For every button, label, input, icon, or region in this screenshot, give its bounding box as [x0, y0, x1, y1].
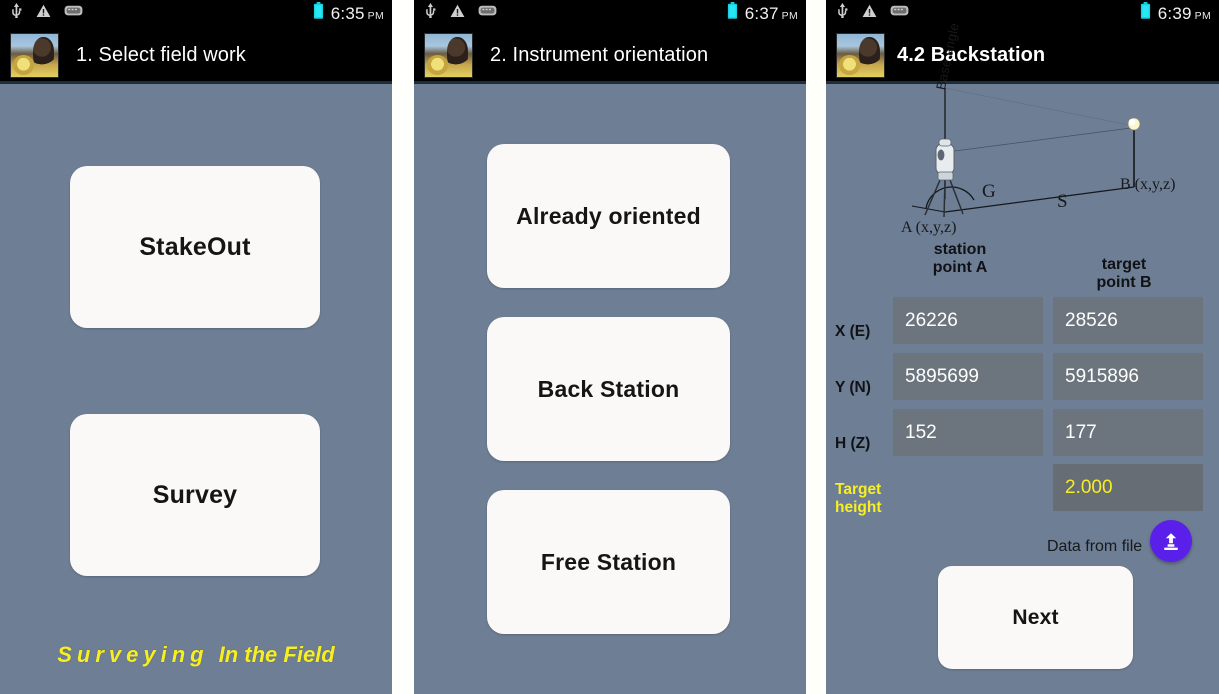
- stakeout-button-label: StakeOut: [139, 232, 251, 261]
- field-target-height[interactable]: 2.000: [1053, 464, 1203, 511]
- sdcard-icon: [64, 4, 83, 22]
- field-station-y[interactable]: 5895699: [893, 353, 1043, 400]
- status-bar-2: 6:37 PM: [414, 0, 806, 26]
- page-title-3: 4.2 Backstation: [897, 43, 1046, 66]
- file-import-icon[interactable]: [1150, 520, 1192, 562]
- free-station-button[interactable]: Free Station: [487, 490, 730, 634]
- status-icons-left-2: [424, 3, 497, 23]
- title-underline-1: [0, 81, 392, 84]
- next-button[interactable]: Next: [938, 566, 1133, 669]
- already-oriented-label: Already oriented: [516, 202, 701, 229]
- title-bar-2: 2. Instrument orientation: [414, 26, 806, 84]
- stakeout-button[interactable]: StakeOut: [70, 166, 320, 328]
- page-title-1: 1. Select field work: [76, 43, 246, 66]
- app-tagline: Surveying In the Field: [0, 642, 392, 668]
- usb-icon: [424, 3, 437, 23]
- clock-time-2: 6:37: [744, 3, 779, 23]
- status-icons-left-1: [10, 3, 83, 23]
- clock-2: 6:37 PM: [745, 5, 798, 22]
- field-target-y[interactable]: 5915896: [1053, 353, 1203, 400]
- usb-icon: [836, 3, 849, 23]
- sdcard-icon: [478, 4, 497, 22]
- page-title-2: 2. Instrument orientation: [490, 43, 709, 66]
- app-thumbnail-2: [424, 32, 473, 78]
- app-thumbnail-3: [836, 32, 885, 78]
- status-icons-right-3: 6:39 PM: [1140, 2, 1211, 24]
- already-oriented-button[interactable]: Already oriented: [487, 144, 730, 288]
- battery-icon: [727, 2, 738, 24]
- next-button-label: Next: [1012, 605, 1059, 629]
- field-target-h[interactable]: 177: [1053, 409, 1203, 456]
- battery-icon: [313, 2, 324, 24]
- screen-instrument-orientation: 6:37 PM 2. Instrument orientation Alread…: [414, 0, 806, 694]
- usb-icon: [10, 3, 23, 23]
- screen-select-field-work: 6:35 PM 1. Select field work StakeOut Su…: [0, 0, 392, 694]
- field-station-x[interactable]: 26226: [893, 297, 1043, 344]
- title-bar-3: 4.2 Backstation: [826, 26, 1219, 84]
- clock-time-3: 6:39: [1157, 3, 1192, 23]
- clock-ampm-2: PM: [781, 9, 798, 22]
- survey-button[interactable]: Survey: [70, 414, 320, 576]
- status-icons-right-2: 6:37 PM: [727, 2, 798, 24]
- title-underline-3: [826, 81, 1219, 84]
- back-station-label: Back Station: [537, 375, 680, 402]
- status-bar-1: 6:35 PM: [0, 0, 392, 26]
- clock-time-1: 6:35: [330, 3, 365, 23]
- screenshot-root: 6:35 PM 1. Select field work StakeOut Su…: [0, 0, 1219, 694]
- sdcard-icon: [890, 4, 909, 22]
- clock-1: 6:35 PM: [331, 5, 384, 22]
- screen-divider-2: [806, 0, 826, 694]
- warning-icon: [450, 4, 465, 23]
- survey-button-label: Survey: [152, 480, 238, 509]
- screen-divider-1: [392, 0, 414, 694]
- status-icons-right-1: 6:35 PM: [313, 2, 384, 24]
- battery-icon: [1140, 2, 1151, 24]
- back-station-button[interactable]: Back Station: [487, 317, 730, 461]
- warning-icon: [862, 4, 877, 23]
- tagline-word-2: In the Field: [218, 642, 335, 667]
- clock-ampm-1: PM: [367, 9, 384, 22]
- field-target-x[interactable]: 28526: [1053, 297, 1203, 344]
- title-bar-1: 1. Select field work: [0, 26, 392, 84]
- tagline-word-1: Surveying: [57, 642, 209, 667]
- status-bar-3: 6:39 PM: [826, 0, 1219, 26]
- app-thumbnail-1: [10, 32, 59, 78]
- clock-3: 6:39 PM: [1158, 5, 1211, 22]
- field-station-h[interactable]: 152: [893, 409, 1043, 456]
- title-underline-2: [414, 81, 806, 84]
- free-station-label: Free Station: [540, 548, 677, 575]
- warning-icon: [36, 4, 51, 23]
- status-icons-left-3: [836, 3, 909, 23]
- clock-ampm-3: PM: [1194, 9, 1211, 22]
